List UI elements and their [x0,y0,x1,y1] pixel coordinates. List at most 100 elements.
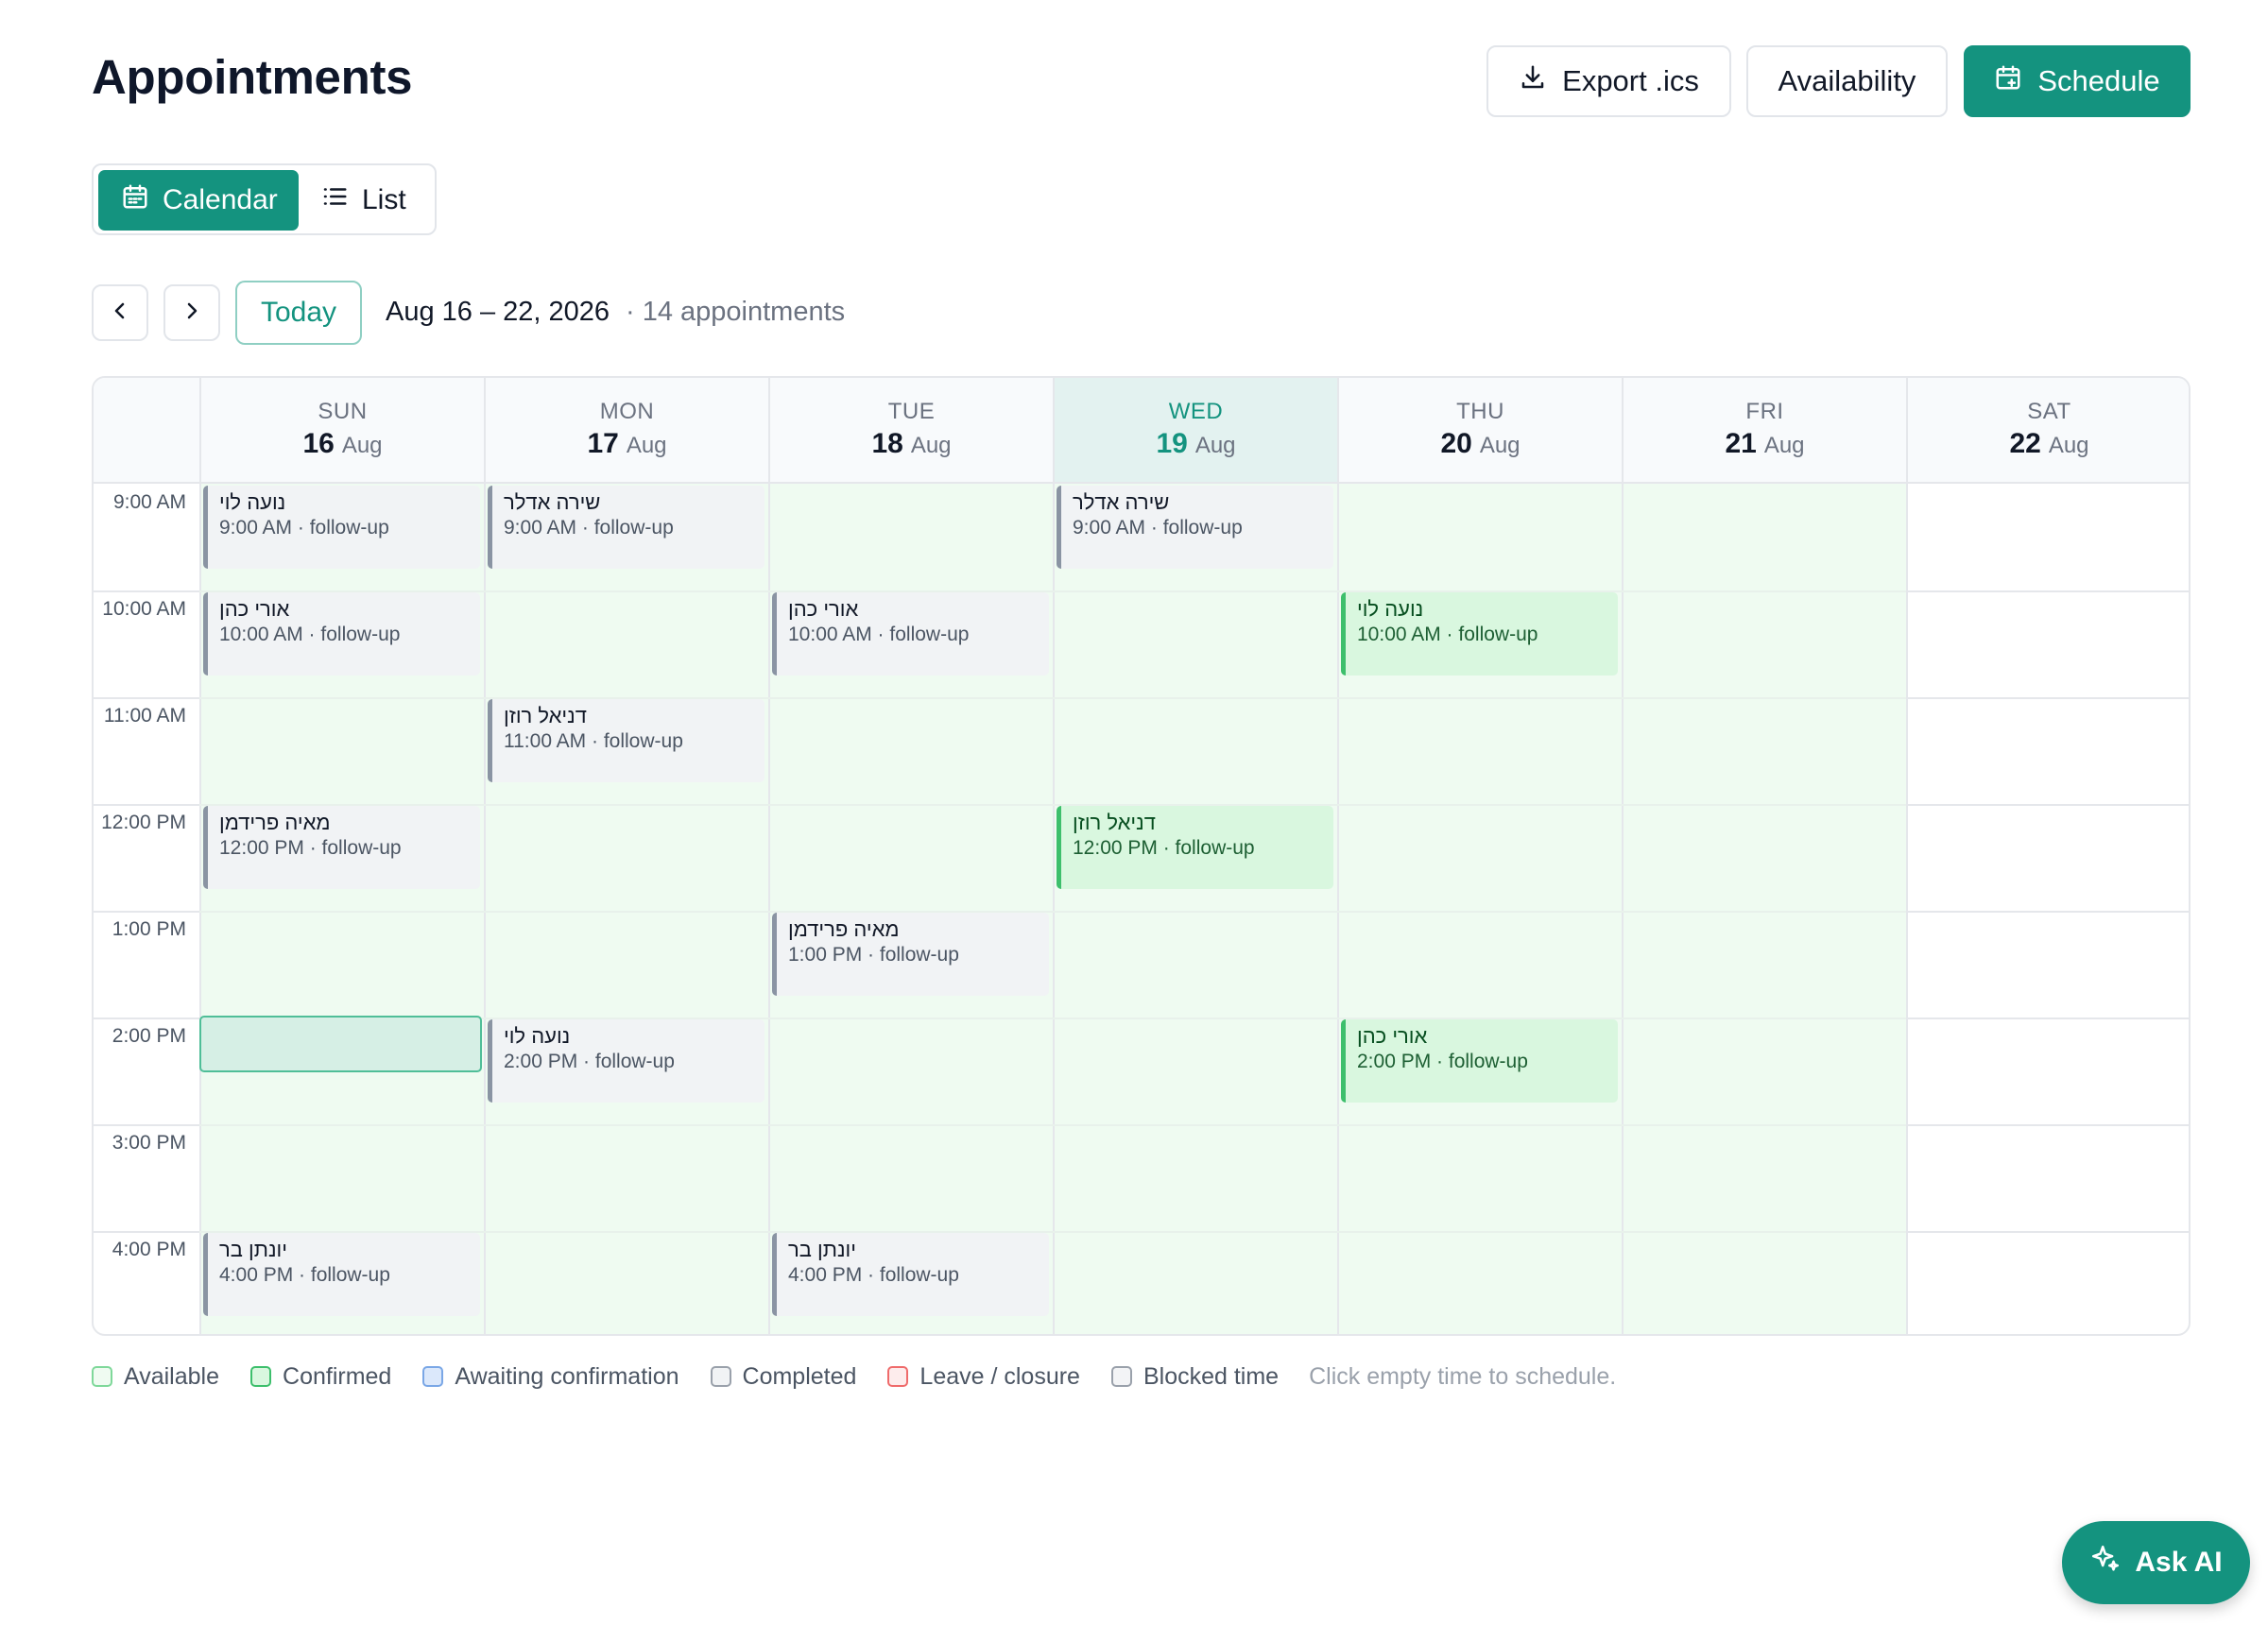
day-header-tue: TUE 18 Aug [768,378,1053,482]
appointment-time: 10:00 AM · follow-up [1357,624,1538,645]
appointment-confirmed[interactable]: אורי כהן 2:00 PM · follow-up [1341,1019,1618,1103]
calendar-header: SUN 16 Aug MON 17 Aug TUE 18 Aug WED 19 Aug THU 20 Aug… [94,378,2189,484]
hour-gridline [1337,911,1622,913]
hour-gridline [1906,1231,2189,1233]
schedule-label: Schedule [2037,64,2160,97]
hour-gridline [484,1231,768,1233]
day-date: 19 Aug [1055,428,1337,460]
day-date: 21 Aug [1624,428,1906,460]
calendar-body: 9:00 AM 10:00 AM 11:00 AM 12:00 PM 1:00 PM 2:… [94,484,2189,1334]
time-label: 1:00 PM [112,918,186,940]
day-number: 19 [1156,428,1188,459]
hour-gridline [94,590,199,592]
next-week-button[interactable] [163,284,220,341]
appointment-completed[interactable]: נועה לוי 9:00 AM · follow-up [203,486,480,569]
view-toggle: Calendar List [92,163,437,235]
day-header-sun: SUN 16 Aug [199,378,484,482]
hour-gridline [1622,1018,1906,1019]
ask-ai-label: Ask AI [2135,1547,2223,1578]
export-ics-label: Export .ics [1562,64,1699,97]
appointment-completed[interactable]: מאיה פרידמן 1:00 PM · follow-up [772,913,1049,996]
export-ics-button[interactable]: Export .ics [1486,45,1731,117]
legend-item: Confirmed [250,1363,391,1391]
day-of-week: MON [599,399,655,424]
hour-gridline [1622,590,1906,592]
hour-gridline [1622,804,1906,806]
day-column-fri[interactable] [1622,484,1906,1334]
calendar-icon [121,182,149,218]
day-date: 16 Aug [201,428,484,460]
appointment-time: 2:00 PM · follow-up [504,1051,675,1072]
day-column-mon[interactable] [484,484,768,1334]
legend-hint: Click empty time to schedule. [1309,1362,1617,1390]
day-month: Aug [1479,433,1521,458]
appointment-completed[interactable]: יונתן בר 4:00 PM · follow-up [203,1233,480,1316]
appointment-time: 10:00 AM · follow-up [788,624,970,645]
hour-gridline [1053,590,1337,592]
appointment-completed[interactable]: דניאל רוזן 11:00 AM · follow-up [488,699,765,782]
time-label: 9:00 AM [112,491,186,513]
appointment-completed[interactable]: נועה לוי 2:00 PM · follow-up [488,1019,765,1103]
day-of-week: TUE [887,399,936,424]
hour-gridline [1906,1124,2189,1126]
legend-swatch [250,1366,272,1387]
appointment-patient-name: אורי כהן [1357,1024,1428,1048]
appointment-confirmed[interactable]: נועה לוי 10:00 AM · follow-up [1341,592,1618,676]
hour-gridline [768,1018,1053,1019]
day-month: Aug [910,433,952,458]
appointment-patient-name: שירה אדלר [1073,490,1170,514]
appointment-time: 4:00 PM · follow-up [788,1264,959,1286]
appointment-patient-name: נועה לוי [504,1024,571,1048]
appointment-confirmed[interactable]: דניאל רוזן 12:00 PM · follow-up [1057,806,1333,889]
time-gutter: 9:00 AM 10:00 AM 11:00 AM 12:00 PM 1:00 PM 2:… [94,484,199,1334]
appointment-patient-name: יונתן בר [788,1238,856,1261]
appointment-completed[interactable]: שירה אדלר 9:00 AM · follow-up [1057,486,1333,569]
hour-gridline [94,1231,199,1233]
hour-gridline [1906,911,2189,913]
day-of-week: THU [1456,399,1504,424]
day-number: 18 [871,428,903,459]
appointment-patient-name: דניאל רוזן [504,704,587,727]
appointment-completed[interactable]: אורי כהן 10:00 AM · follow-up [772,592,1049,676]
appointment-time: 4:00 PM · follow-up [219,1264,390,1286]
day-number: 16 [302,428,335,459]
day-column-wed[interactable] [1053,484,1337,1334]
legend: Available Confirmed Awaiting confirmation C… [92,1360,1616,1393]
hour-gridline [199,911,484,913]
today-button[interactable]: Today [235,281,362,345]
list-icon [320,182,349,218]
prev-week-button[interactable] [92,284,148,341]
legend-item: Blocked time [1110,1363,1279,1391]
availability-button[interactable]: Availability [1746,45,1948,117]
tab-list[interactable]: List [307,170,430,231]
hour-gridline [1906,1018,2189,1019]
day-header-wed: WED 19 Aug [1053,378,1337,482]
selected-time-slot[interactable] [199,1016,482,1072]
hour-gridline [768,1124,1053,1126]
day-month: Aug [1763,433,1805,458]
day-of-week: SUN [318,399,368,424]
appointment-completed[interactable]: מאיה פרידמן 12:00 PM · follow-up [203,806,480,889]
hour-gridline [94,911,199,913]
time-label: 2:00 PM [112,1025,186,1047]
time-label: 4:00 PM [112,1239,186,1260]
appointment-completed[interactable]: שירה אדלר 9:00 AM · follow-up [488,486,765,569]
day-column-sat[interactable] [1906,484,2189,1334]
hour-gridline [1906,804,2189,806]
appointment-patient-name: שירה אדלר [504,490,601,514]
hour-gridline [1053,697,1337,699]
hour-gridline [1053,1231,1337,1233]
tab-calendar[interactable]: Calendar [98,170,299,231]
hour-gridline [199,1124,484,1126]
hour-gridline [484,911,768,913]
day-number: 17 [587,428,619,459]
hour-gridline [484,590,768,592]
appointment-completed[interactable]: יונתן בר 4:00 PM · follow-up [772,1233,1049,1316]
hour-gridline [1337,1231,1622,1233]
schedule-button[interactable]: Schedule [1964,45,2191,117]
ask-ai-button[interactable]: Ask AI [2062,1521,2250,1604]
appointment-completed[interactable]: אורי כהן 10:00 AM · follow-up [203,592,480,676]
legend-label: Confirmed [283,1362,392,1390]
hour-gridline [1337,804,1622,806]
appointment-patient-name: יונתן בר [219,1238,287,1261]
